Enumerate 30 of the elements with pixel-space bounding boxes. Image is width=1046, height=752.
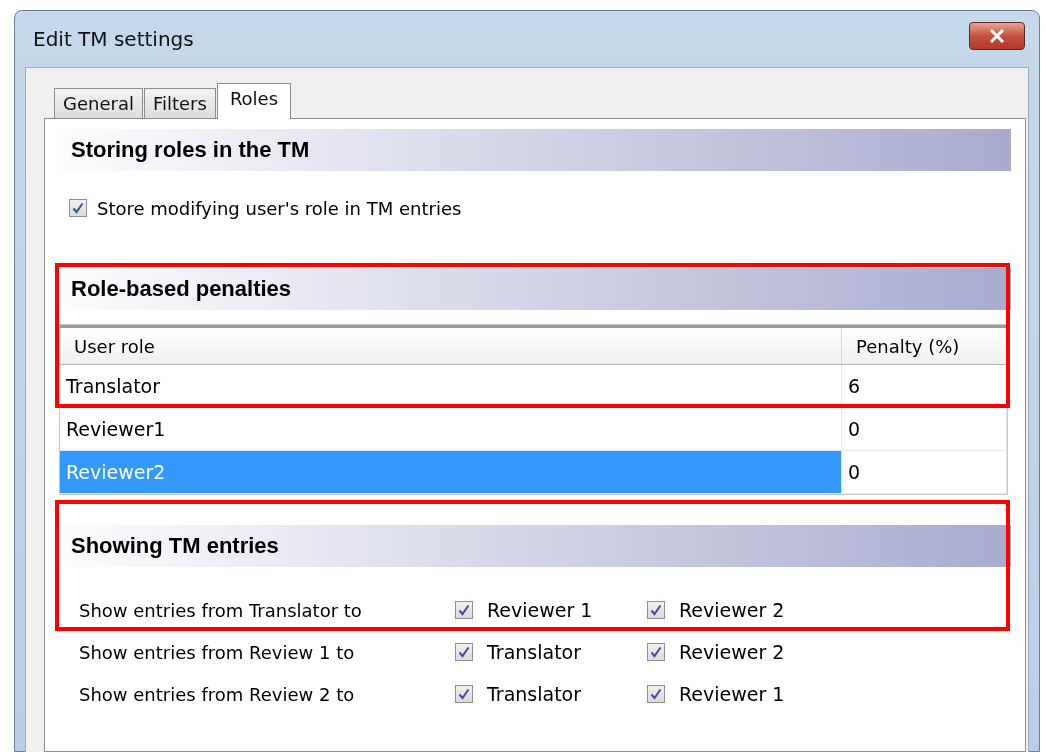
tab[interactable]: General	[54, 88, 143, 118]
checkbox[interactable]	[69, 199, 87, 217]
checkbox[interactable]	[647, 685, 665, 703]
checkbox-label: Reviewer 1	[487, 599, 593, 621]
checkbox-label: Translator	[487, 683, 582, 705]
checkbox[interactable]	[455, 601, 473, 619]
table-cell[interactable]: Translator	[60, 365, 842, 407]
checkbox[interactable]	[455, 685, 473, 703]
row-label: Show entries from Review 1 to	[78, 641, 356, 663]
tab[interactable]: Roles	[216, 83, 292, 119]
checkbox-label: Translator	[487, 641, 582, 663]
checkbox[interactable]	[647, 601, 665, 619]
table-cell[interactable]: 6	[842, 365, 1007, 407]
table-cell[interactable]: Reviewer1	[60, 408, 842, 450]
checkbox-label: Reviewer 2	[679, 599, 785, 621]
tab[interactable]: Filters	[143, 88, 216, 118]
close-icon	[989, 29, 1005, 43]
checkbox-label: Store modifying user's role in TM entries	[97, 197, 462, 219]
close-button[interactable]	[969, 22, 1025, 50]
column-header[interactable]: Penalty (%)	[842, 328, 1007, 364]
checkbox[interactable]	[647, 643, 665, 661]
table-cell[interactable]: 0	[842, 408, 1007, 450]
table-cell[interactable]: 0	[842, 451, 1007, 493]
checkbox-label: Reviewer 1	[679, 683, 785, 705]
checkbox[interactable]	[455, 643, 473, 661]
row-label: Show entries from Review 2 to	[78, 683, 356, 705]
window-title: Edit TM settings	[33, 27, 194, 51]
row-label: Show entries from Translator to	[78, 599, 363, 621]
checkbox-label: Reviewer 2	[679, 641, 785, 663]
column-header[interactable]: User role	[60, 328, 842, 364]
